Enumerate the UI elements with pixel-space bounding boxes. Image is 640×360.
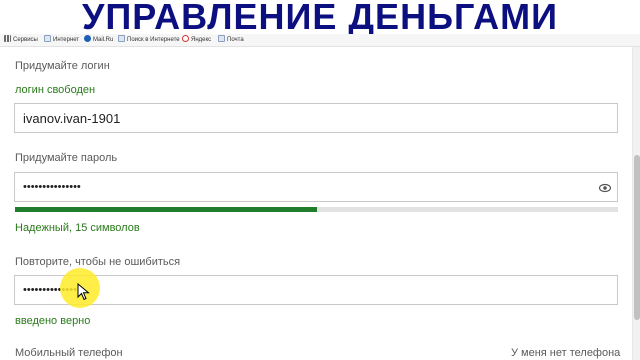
video-banner: УПРАВЛЕНИЕ ДЕНЬГАМИ [0,0,640,37]
apps-grid-icon [4,35,11,42]
mailru-icon [84,35,91,42]
bookmark-label: Сервисы [13,37,38,43]
bookmark-label: Mail.Ru [93,37,114,43]
password-input[interactable]: ••••••••••••••• [14,172,618,202]
no-phone-link[interactable]: У меня нет телефона [511,347,620,359]
bookmark-yandex[interactable]: Яндекс [182,35,211,45]
login-value: ivanov.ivan-1901 [23,111,121,126]
password-value: ••••••••••••••• [23,181,81,193]
bookmark-label: Почта [227,37,244,43]
bookmark-label: Яндекс [191,37,212,43]
confirm-status: введено верно [15,315,91,327]
page-icon [218,35,225,42]
yandex-icon [182,35,189,42]
bookmark-services[interactable]: Сервисы [4,35,38,45]
login-label: Придумайте логин [15,60,110,72]
bookmark-label: Поиск в Интернете [127,37,180,43]
login-status: логин свободен [15,84,96,96]
page-icon [118,35,125,42]
scrollbar[interactable] [632,47,640,360]
phone-label: Мобильный телефон [15,347,123,359]
confirm-label: Повторите, чтобы не ошибиться [15,256,181,268]
login-input[interactable]: ivanov.ivan-1901 [14,103,618,133]
bookmark-search[interactable]: Поиск в Интернете [118,35,180,45]
password-strength-fill [15,207,317,212]
password-label: Придумайте пароль [15,152,118,164]
banner-title: УПРАВЛЕНИЕ ДЕНЬГАМИ [82,0,558,37]
bookmark-internet[interactable]: Интернет [44,35,79,45]
eye-icon[interactable] [599,182,611,194]
scrollbar-thumb[interactable] [634,155,640,320]
password-strength-meter [15,207,618,212]
bookmark-mail[interactable]: Почта [218,35,244,45]
bookmark-label: Интернет [53,37,80,43]
bookmark-mailru[interactable]: Mail.Ru [84,35,113,45]
bookmarks-bar: Сервисы Интернет Mail.Ru Поиск в Интерне… [0,34,640,47]
confirm-password-input[interactable]: ••••••••••••••• [14,275,618,305]
page-icon [44,35,51,42]
password-strength-text: Надежный, 15 символов [15,222,140,234]
mouse-cursor-icon [77,283,90,301]
